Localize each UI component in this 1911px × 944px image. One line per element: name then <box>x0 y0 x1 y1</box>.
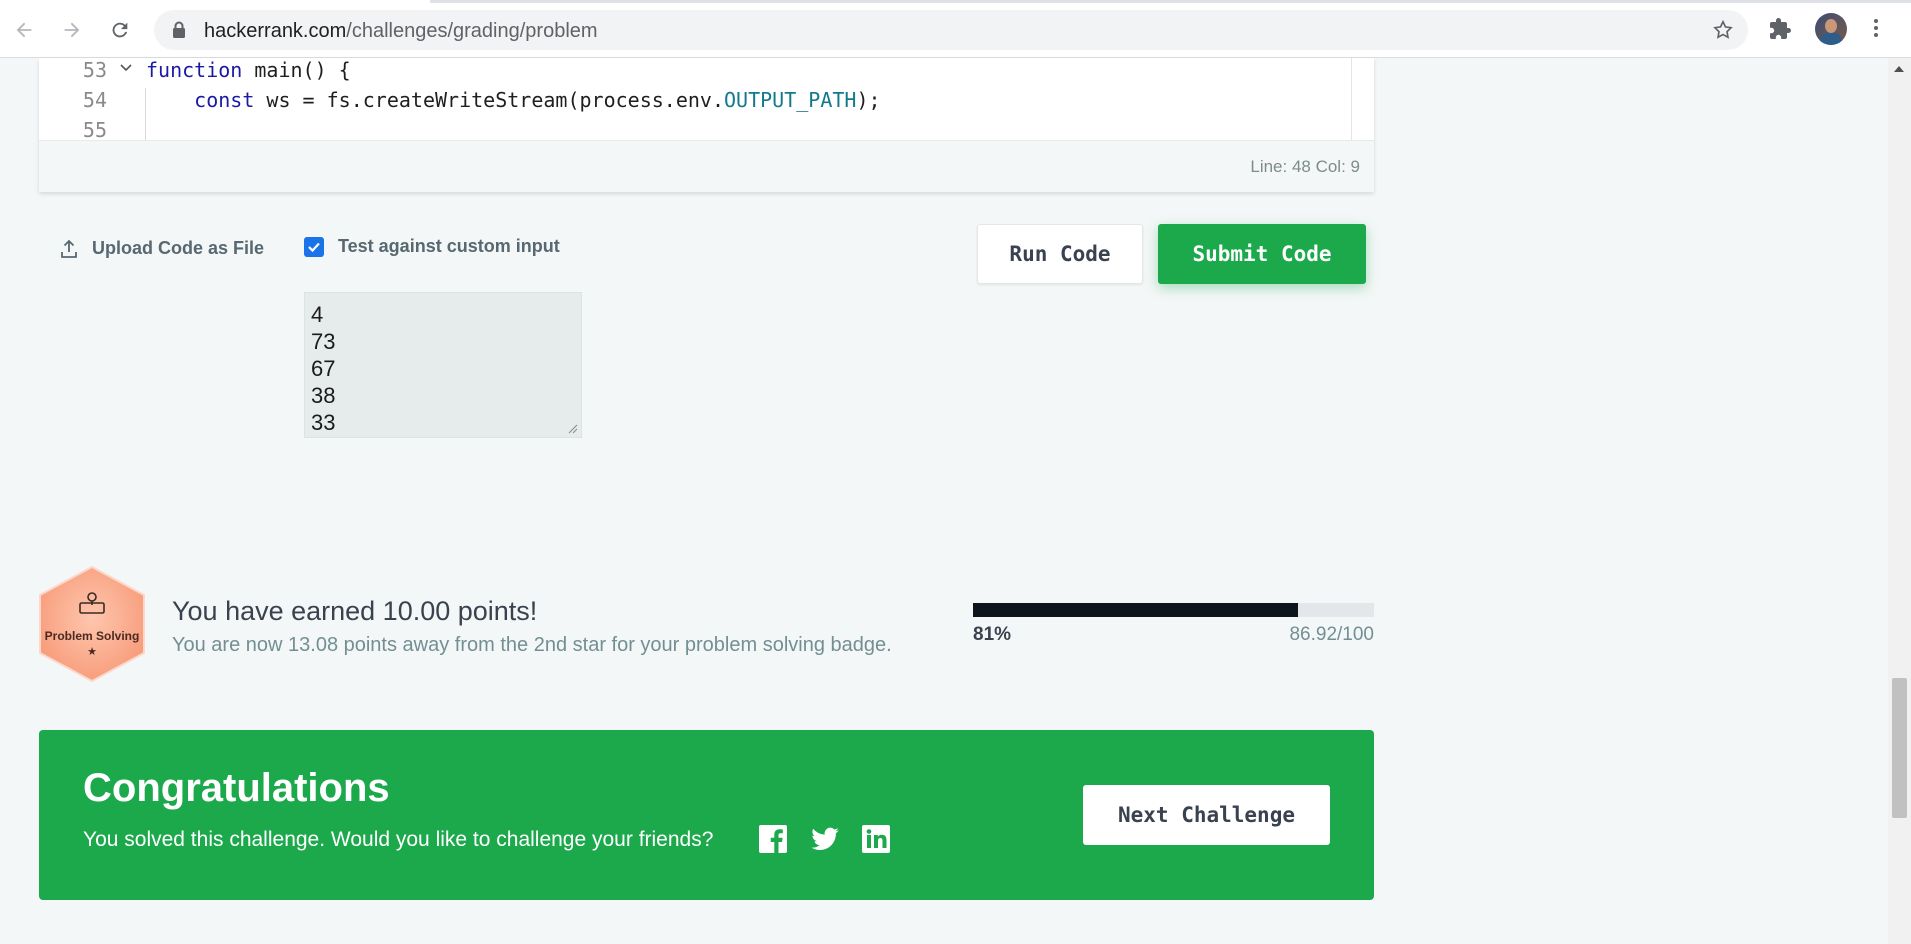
next-challenge-button[interactable]: Next Challenge <box>1083 785 1330 845</box>
progress-score: 86.92/100 <box>1289 624 1374 645</box>
custom-input-line: 4 <box>311 302 324 327</box>
bookmark-star-icon[interactable] <box>1712 19 1734 41</box>
editor-scrollbar-track <box>1351 58 1352 140</box>
browser-toolbar: hackerrank.com/challenges/grading/proble… <box>0 0 1911 58</box>
upload-label: Upload Code as File <box>92 238 265 258</box>
extensions-puzzle-icon[interactable] <box>1768 17 1792 41</box>
checkmark-icon <box>308 242 320 252</box>
custom-input-line: 73 <box>311 329 336 354</box>
code-constant: OUTPUT_PATH <box>724 88 857 112</box>
code-text: function main() { <box>146 58 351 82</box>
url-path: /challenges/grading/problem <box>346 20 598 42</box>
cursor-position: Line: 48 Col: 9 <box>1250 157 1360 176</box>
code-rest: ws = fs.createWriteStream(process.env. <box>254 88 724 112</box>
scrollbar-thumb[interactable] <box>1892 678 1907 818</box>
upload-icon <box>61 239 77 258</box>
badge-name: Problem Solving <box>44 629 140 643</box>
address-bar[interactable]: hackerrank.com/challenges/grading/proble… <box>154 10 1748 50</box>
custom-input-label: Test against custom input <box>338 236 560 256</box>
custom-input-line: 67 <box>311 356 336 381</box>
custom-input-textarea[interactable]: 4 73 67 38 33 <box>304 292 582 438</box>
code-rest: main() { <box>242 58 351 82</box>
resize-grip-icon[interactable] <box>568 424 578 434</box>
twitter-icon[interactable] <box>810 824 840 854</box>
custom-input-line: 33 <box>311 410 336 435</box>
browser-menu-button[interactable] <box>1870 16 1882 42</box>
facebook-icon[interactable] <box>758 824 788 854</box>
back-arrow-icon <box>16 22 32 38</box>
url-domain: hackerrank.com <box>204 20 347 42</box>
badge-hexagon-icon <box>39 565 145 683</box>
profile-avatar[interactable] <box>1815 13 1847 45</box>
lock-icon <box>173 21 185 38</box>
line-number: 55 <box>82 118 107 142</box>
line-number: 53 <box>82 58 107 82</box>
code-keyword: const <box>194 88 255 112</box>
custom-input-checkbox[interactable] <box>304 236 324 257</box>
fold-chevron-icon[interactable] <box>119 61 133 75</box>
code-keyword: function <box>146 58 243 82</box>
reload-button[interactable] <box>104 14 136 46</box>
custom-input-toggle[interactable]: Test against custom input <box>304 236 560 257</box>
tab-strip <box>0 0 1911 3</box>
run-code-button[interactable]: Run Code <box>977 224 1143 284</box>
editor-status-bar: Line: 48 Col: 9 <box>39 140 1374 192</box>
page-scrollbar[interactable] <box>1888 58 1911 944</box>
code-area[interactable]: 53 function main() { 54 const ws = fs.cr… <box>39 58 1354 142</box>
congratulations-message: You solved this challenge. Would you lik… <box>83 828 714 851</box>
points-earned-title: You have earned 10.00 points! <box>172 596 538 626</box>
submit-code-button[interactable]: Submit Code <box>1158 224 1366 284</box>
problem-solving-badge: Problem Solving ★ <box>36 565 148 683</box>
congratulations-title: Congratulations <box>83 766 390 810</box>
reload-icon <box>112 22 128 38</box>
badge-progress-bar <box>973 603 1374 617</box>
code-line: 53 function main() { <box>39 58 1354 88</box>
forward-button[interactable] <box>56 14 88 46</box>
avatar-face <box>1825 19 1837 33</box>
forward-arrow-icon <box>64 22 80 38</box>
indent-guide <box>145 88 146 140</box>
code-editor[interactable]: 53 function main() { 54 const ws = fs.cr… <box>39 58 1374 192</box>
line-number: 54 <box>82 88 107 112</box>
progress-percent: 81% <box>973 624 1012 645</box>
code-rest: ); <box>856 88 881 112</box>
congratulations-banner: Congratulations You solved this challeng… <box>39 730 1374 900</box>
progress-fill <box>973 603 1298 617</box>
points-subtitle: You are now 13.08 points away from the 2… <box>172 634 892 656</box>
avatar-body <box>1820 33 1842 45</box>
code-line: 54 const ws = fs.createWriteStream(proce… <box>39 88 1354 118</box>
linkedin-icon[interactable] <box>861 824 891 854</box>
code-text: const ws = fs.createWriteStream(process.… <box>146 88 881 112</box>
custom-input-line: 38 <box>311 383 336 408</box>
badge-star: ★ <box>87 646 97 658</box>
active-tab-edge <box>0 0 430 3</box>
back-button[interactable] <box>8 14 40 46</box>
url-text: hackerrank.com/challenges/grading/proble… <box>204 20 598 43</box>
scroll-up-arrow-icon[interactable] <box>1894 66 1904 72</box>
upload-code-button[interactable]: Upload Code as File <box>60 238 264 259</box>
